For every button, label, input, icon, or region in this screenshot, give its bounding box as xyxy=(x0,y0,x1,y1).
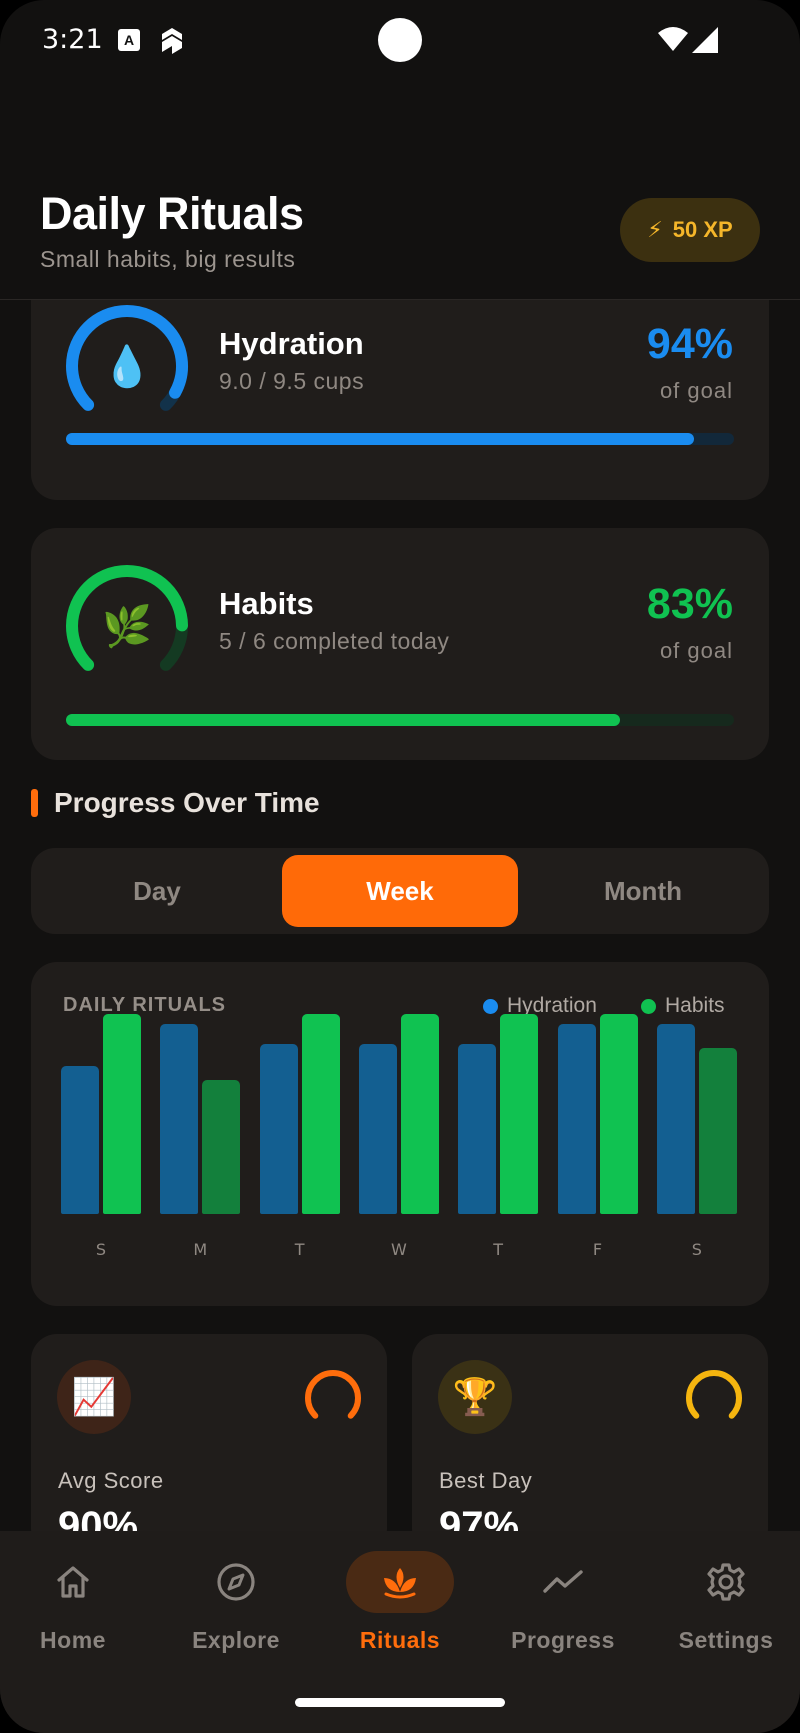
bar-habits-5 xyxy=(599,1014,638,1214)
habits-progress-bar xyxy=(66,714,734,726)
page-subtitle: Small habits, big results xyxy=(40,246,296,272)
habits-of-goal: of goal xyxy=(659,638,733,663)
x-tick-label: T xyxy=(493,1240,504,1259)
bar-hydration-6 xyxy=(656,1024,695,1214)
legend-habits-label: Habits xyxy=(665,994,725,1017)
xp-label: 50 XP xyxy=(672,217,733,242)
nav-settings[interactable]: Settings xyxy=(646,1551,800,1654)
bottom-navigation: Home Explore Rituals Progress Settings xyxy=(0,1531,800,1733)
nav-home-label: Home xyxy=(40,1627,106,1653)
x-tick-label: F xyxy=(592,1240,603,1259)
daily-rituals-chart: DAILY RITUALS Hydration Habits S M T W T F S xyxy=(31,962,769,1306)
lightning-icon: ⚡ xyxy=(647,217,663,242)
bar-habits-1 xyxy=(202,1080,241,1214)
droplet-icon: 💧 xyxy=(102,344,152,389)
bar-hydration-0 xyxy=(61,1066,99,1214)
bar-habits-2 xyxy=(301,1014,340,1214)
legend-habits: Habits xyxy=(641,994,725,1018)
best-day-card[interactable]: 🏆 Best Day 97% xyxy=(412,1334,768,1531)
bar-hydration-2 xyxy=(259,1044,298,1214)
hydration-percent: 94% xyxy=(646,320,733,368)
x-tick-label: S xyxy=(95,1240,107,1259)
legend-hydration: Hydration xyxy=(483,994,597,1018)
hydration-detail: 9.0 / 9.5 cups xyxy=(219,368,365,394)
phone-screen: 3:21 A Daily Rituals Small habits, big r… xyxy=(0,0,800,1733)
tab-week[interactable]: Week xyxy=(282,855,518,927)
herb-icon: 🌿 xyxy=(102,604,152,649)
trend-icon xyxy=(483,1551,643,1613)
section-accent-bar xyxy=(31,789,38,817)
page-title: Daily Rituals xyxy=(40,188,304,239)
section-title: Progress Over Time xyxy=(54,787,320,818)
period-selector: Day Week Month xyxy=(31,848,769,934)
habits-ring: 🌿 xyxy=(63,562,191,690)
status-time: 3:21 xyxy=(42,24,103,55)
camera-cutout xyxy=(378,18,422,62)
home-indicator[interactable] xyxy=(295,1698,505,1707)
tab-day[interactable]: Day xyxy=(39,855,275,927)
signal-icon xyxy=(692,27,718,58)
habits-detail: 5 / 6 completed today xyxy=(219,628,450,654)
hydration-ring: 💧 xyxy=(63,302,191,430)
bar-habits-6 xyxy=(698,1048,737,1214)
chart-title: DAILY RITUALS xyxy=(63,994,227,1016)
nav-home[interactable]: Home xyxy=(0,1551,153,1654)
nav-explore-label: Explore xyxy=(192,1627,280,1653)
nav-rituals-label: Rituals xyxy=(359,1627,441,1653)
tab-month[interactable]: Month xyxy=(525,855,761,927)
x-tick-label: W xyxy=(390,1240,407,1259)
home-icon xyxy=(0,1551,153,1613)
x-tick-label: T xyxy=(294,1240,305,1259)
habits-progress-fill xyxy=(66,714,621,726)
scroll-content[interactable]: 💧 Hydration 9.0 / 9.5 cups 94% of goal 🌿… xyxy=(0,300,800,1531)
bar-hydration-5 xyxy=(557,1024,596,1214)
avg-score-card[interactable]: 📈 Avg Score 90% xyxy=(31,1334,387,1531)
bar-habits-0 xyxy=(103,1014,141,1214)
habits-card[interactable]: 🌿 Habits 5 / 6 completed today 83% of go… xyxy=(31,528,769,760)
legend-habits-dot xyxy=(641,998,656,1014)
wifi-icon xyxy=(658,27,688,56)
x-tick-label: M xyxy=(193,1240,208,1259)
nav-rituals[interactable]: Rituals xyxy=(320,1551,480,1654)
bar-habits-3 xyxy=(400,1014,439,1214)
nav-progress-label: Progress xyxy=(511,1627,615,1653)
hydration-progress-fill xyxy=(66,433,694,445)
legend-hydration-dot xyxy=(483,998,498,1014)
hydration-progress-bar xyxy=(66,433,734,445)
hydration-title: Hydration xyxy=(219,326,364,361)
hydration-card[interactable]: 💧 Hydration 9.0 / 9.5 cups 94% of goal xyxy=(31,300,769,500)
chart-increasing-icon: 📈 xyxy=(57,1360,131,1434)
habits-percent: 83% xyxy=(646,580,733,628)
lotus-icon xyxy=(346,1551,454,1613)
bar-hydration-4 xyxy=(458,1044,497,1214)
page-header: Daily Rituals Small habits, big results … xyxy=(0,180,800,300)
hydration-of-goal: of goal xyxy=(659,378,733,403)
bar-hydration-1 xyxy=(160,1024,199,1214)
app-notification-icon xyxy=(158,26,186,59)
bar-hydration-3 xyxy=(358,1044,397,1214)
avg-score-label: Avg Score xyxy=(58,1468,164,1493)
avg-score-ring xyxy=(303,1368,363,1433)
gear-icon xyxy=(646,1551,800,1613)
nav-explore[interactable]: Explore xyxy=(156,1551,316,1654)
status-bar: 3:21 A xyxy=(0,0,800,80)
best-day-ring xyxy=(684,1368,744,1433)
nav-settings-label: Settings xyxy=(678,1627,774,1653)
compass-icon xyxy=(156,1551,316,1613)
nav-progress[interactable]: Progress xyxy=(483,1551,643,1654)
xp-badge[interactable]: ⚡ 50 XP xyxy=(620,198,760,262)
avg-score-value: 90% xyxy=(58,1504,139,1531)
bar-habits-4 xyxy=(500,1014,539,1214)
best-day-label: Best Day xyxy=(439,1468,533,1493)
a-notification-icon: A xyxy=(118,29,140,51)
habits-title: Habits xyxy=(219,586,314,621)
trophy-icon: 🏆 xyxy=(438,1360,512,1434)
x-tick-label: S xyxy=(691,1240,702,1259)
section-heading: Progress Over Time xyxy=(31,787,320,818)
best-day-value: 97% xyxy=(439,1504,520,1531)
